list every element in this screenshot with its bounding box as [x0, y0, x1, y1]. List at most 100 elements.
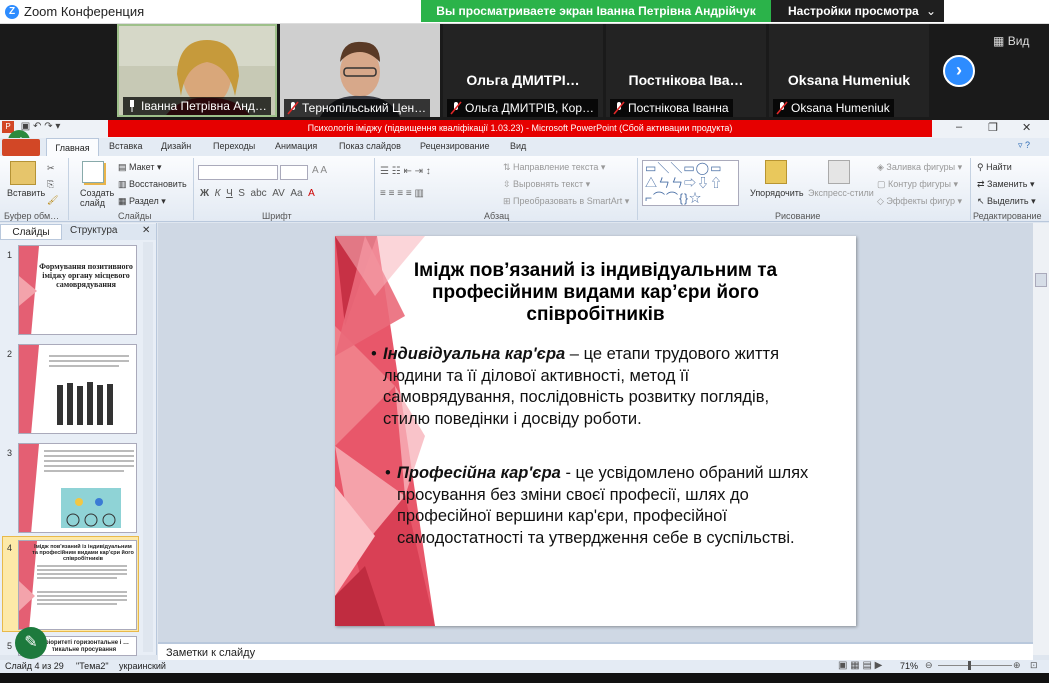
reset-icon: ▥ — [118, 179, 130, 189]
layout-button[interactable]: ▤ Макет ▾ — [118, 162, 162, 173]
thumbnail-title: Формування позитивного іміджу органу міс… — [39, 262, 133, 289]
align-buttons[interactable]: ≡ ≡ ≡ ≡ ▥ — [380, 188, 424, 199]
ribbon-collapse-icon[interactable]: ▿ ? — [1018, 140, 1030, 151]
customize-qat-icon[interactable]: ▾ — [55, 121, 60, 132]
tab-animation[interactable]: Анимация — [275, 141, 317, 151]
minimize-icon[interactable]: – — [956, 121, 962, 133]
slide-thumbnail-3[interactable] — [18, 443, 137, 533]
panel-scrollbar[interactable] — [143, 242, 153, 652]
participant-tile-2[interactable]: Тернопільський Цен… — [280, 24, 440, 117]
close-icon[interactable]: ✕ — [1022, 121, 1031, 134]
window-controls: – ❐ ✕ — [940, 121, 1049, 137]
theme-name: "Тема2" — [76, 661, 109, 671]
paste-icon[interactable] — [10, 161, 36, 185]
slide-thumbnail-4[interactable]: Імідж пов'язаний із індивідуальним та пр… — [18, 540, 137, 630]
slide-thumbnail-2[interactable] — [18, 344, 137, 434]
text-direction-button[interactable]: ⇅ Направление текста ▾ — [503, 162, 605, 173]
zoom-slider[interactable] — [938, 665, 1012, 666]
participant-name-label: Oksana Humeniuk — [773, 99, 894, 117]
participant-tile-1[interactable]: Іванна Петрівна Анд… — [117, 24, 277, 117]
slide-number: 2 — [7, 349, 13, 359]
participant-name: Oksana Humeniuk — [787, 72, 911, 88]
reset-button[interactable]: ▥ Восстановить — [118, 179, 187, 190]
panel-tab-slides[interactable]: Слайды — [0, 224, 62, 240]
shape-outline-button[interactable]: ▢ Контур фигуры ▾ — [877, 179, 958, 190]
slide-counter: Слайд 4 из 29 — [5, 661, 64, 671]
file-tab[interactable] — [2, 139, 40, 156]
panel-close-icon[interactable]: ✕ — [142, 225, 150, 236]
slide-scrollbar[interactable] — [1033, 223, 1049, 655]
quick-styles-icon[interactable] — [828, 160, 850, 184]
mic-muted-icon — [287, 101, 299, 115]
tab-design[interactable]: Дизайн — [161, 141, 191, 151]
tab-transitions[interactable]: Переходы — [213, 141, 255, 151]
participant-name-label: Постнікова Іванна — [610, 99, 733, 117]
font-style-buttons[interactable]: Ж К Ч S abc AV Aa A — [200, 188, 315, 199]
tab-insert[interactable]: Вставка — [109, 141, 142, 151]
slide-thumbnail-1[interactable]: Формування позитивного іміджу органу міс… — [18, 245, 137, 335]
quick-styles-button[interactable]: Экспресс-стили — [808, 188, 874, 198]
participant-tile-4[interactable]: Постнікова Іва… Постнікова Іванна — [606, 24, 766, 117]
shape-fill-button[interactable]: ◈ Заливка фигуры ▾ — [877, 162, 962, 173]
fit-window-icon[interactable]: ⊡ — [1030, 660, 1038, 671]
section-button[interactable]: ▦ Раздел ▾ — [118, 196, 166, 207]
panel-tab-outline[interactable]: Структура — [70, 225, 117, 236]
next-participants-arrow-icon[interactable]: › — [943, 55, 975, 87]
group-clipboard: Буфер обм… — [4, 211, 60, 221]
new-slide-button[interactable]: Создать слайд — [80, 188, 114, 208]
thumbnail-title: Імідж пов'язаний із індивідуальним та пр… — [32, 544, 134, 562]
shape-effects-button[interactable]: ◇ Эффекты фигур ▾ — [877, 196, 962, 207]
language-indicator[interactable]: украинский — [119, 661, 166, 671]
restore-icon[interactable]: ❐ — [988, 121, 998, 134]
new-slide-icon[interactable] — [82, 161, 104, 183]
slide-title: Імідж пов’язаний із індивідуальним та пр… — [413, 260, 778, 325]
font-name-select[interactable] — [198, 165, 278, 180]
tab-review[interactable]: Рецензирование — [420, 141, 490, 151]
zoom-out-icon[interactable]: ⊖ — [925, 660, 933, 671]
align-text-button[interactable]: ⇳ Выровнять текст ▾ — [503, 179, 590, 190]
pin-icon — [130, 100, 134, 112]
mic-muted-icon — [613, 101, 625, 115]
chevron-down-icon: ⌄ — [925, 4, 936, 18]
annotate-pencil-icon[interactable]: ✎ — [15, 627, 47, 659]
section-icon: ▦ — [118, 196, 130, 206]
taskbar-edge — [0, 673, 1049, 683]
tab-view[interactable]: Вид — [510, 141, 526, 151]
view-button-label: Вид — [1007, 34, 1030, 48]
paste-button[interactable]: Вставить — [7, 188, 45, 198]
zoom-in-icon[interactable]: ⊕ — [1013, 660, 1021, 671]
view-button[interactable]: ▦ Вид — [993, 34, 1029, 48]
redo-icon[interactable]: ↷ — [44, 121, 52, 132]
bullet-term: Професійна кар'єра — [397, 464, 561, 482]
group-divider — [374, 158, 375, 220]
cut-icon[interactable]: ✂ — [47, 163, 55, 174]
undo-icon[interactable]: ↶ — [33, 121, 41, 132]
arrange-button[interactable]: Упорядочить — [750, 188, 804, 198]
current-slide[interactable]: Імідж пов’язаний із індивідуальним та пр… — [335, 236, 856, 626]
list-buttons[interactable]: ☰ ☷ ⇤ ⇥ ↕ — [380, 166, 431, 177]
zoom-level[interactable]: 71% — [900, 661, 918, 671]
view-options-button[interactable]: Настройки просмотра ⌄ — [771, 0, 944, 22]
smartart-button[interactable]: ⊞ Преобразовать в SmartArt ▾ — [503, 196, 629, 207]
notes-pane[interactable]: Заметки к слайду — [158, 642, 1033, 660]
participant-tile-3[interactable]: Ольга ДМИТРІ… Ольга ДМИТРІВ, Кор… — [443, 24, 603, 117]
replace-button[interactable]: ⇄ Заменить ▾ — [977, 179, 1035, 190]
find-button[interactable]: ⚲ Найти — [977, 162, 1012, 173]
select-button[interactable]: ↖ Выделить ▾ — [977, 196, 1036, 207]
shapes-gallery[interactable]: ▭＼＼▭◯▭ △ㄣㄣ⇨⇩⇧ ⌐⌒⌒{}☆ — [642, 160, 739, 206]
mic-muted-icon — [450, 101, 462, 115]
zoom-slider-thumb[interactable] — [968, 661, 971, 670]
font-grow-icon[interactable]: A A — [312, 165, 327, 176]
arrange-icon[interactable] — [765, 160, 787, 184]
format-painter-icon[interactable]: 🖌 — [47, 195, 58, 206]
tab-home[interactable]: Главная — [46, 138, 99, 157]
view-buttons[interactable]: ▣ ▦ ▤ ▶ — [838, 660, 882, 671]
thumbnail-background — [19, 444, 136, 532]
thumbnail-title: …ріоритеті горизонтальне і …тикальне про… — [38, 640, 130, 653]
font-size-select[interactable] — [280, 165, 308, 180]
tab-slideshow[interactable]: Показ слайдов — [339, 141, 401, 151]
copy-icon[interactable]: ⎘ — [47, 179, 54, 190]
participant-tile-5[interactable]: Oksana Humeniuk Oksana Humeniuk — [769, 24, 929, 117]
scroll-thumb[interactable] — [1035, 273, 1047, 287]
slide-number: 5 — [7, 641, 13, 651]
